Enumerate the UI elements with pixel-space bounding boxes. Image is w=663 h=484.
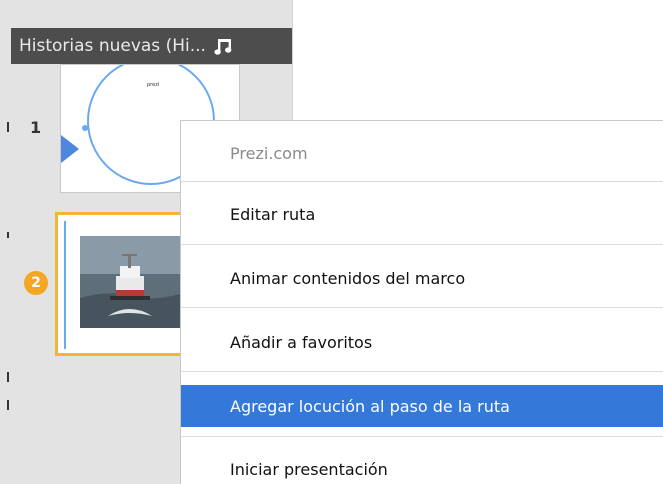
menu-item-animar-contenidos[interactable]: Animar contenidos del marco <box>181 258 663 298</box>
path-marker <box>7 122 9 132</box>
menu-separator <box>181 244 663 245</box>
prezi-label: prezi <box>147 82 160 88</box>
step-number: 1 <box>30 118 42 137</box>
menu-item-prezi-com: Prezi.com <box>230 143 308 163</box>
path-marker <box>7 400 9 410</box>
play-arrow-icon <box>61 135 79 163</box>
menu-separator <box>181 371 663 372</box>
panel-title: Historias nuevas (Hi... <box>19 36 206 56</box>
path-point <box>82 125 88 131</box>
step-badge: 2 <box>24 271 48 295</box>
music-note-icon[interactable] <box>214 37 234 55</box>
panel-header: Historias nuevas (Hi... <box>11 28 292 64</box>
menu-item-anadir-favoritos[interactable]: Añadir a favoritos <box>181 322 663 362</box>
menu-item-iniciar-presentacion[interactable]: Iniciar presentación <box>181 449 663 484</box>
menu-separator <box>181 307 663 308</box>
menu-item-editar-ruta[interactable]: Editar ruta <box>181 194 663 234</box>
menu-separator <box>181 436 663 437</box>
menu-item-agregar-locucion[interactable]: Agregar locución al paso de la ruta <box>181 385 663 427</box>
menu-separator <box>181 181 663 182</box>
path-marker <box>7 232 9 238</box>
path-marker <box>7 372 9 382</box>
context-menu: Prezi.com Editar ruta Animar contenidos … <box>180 120 663 484</box>
ship-image <box>80 236 180 328</box>
